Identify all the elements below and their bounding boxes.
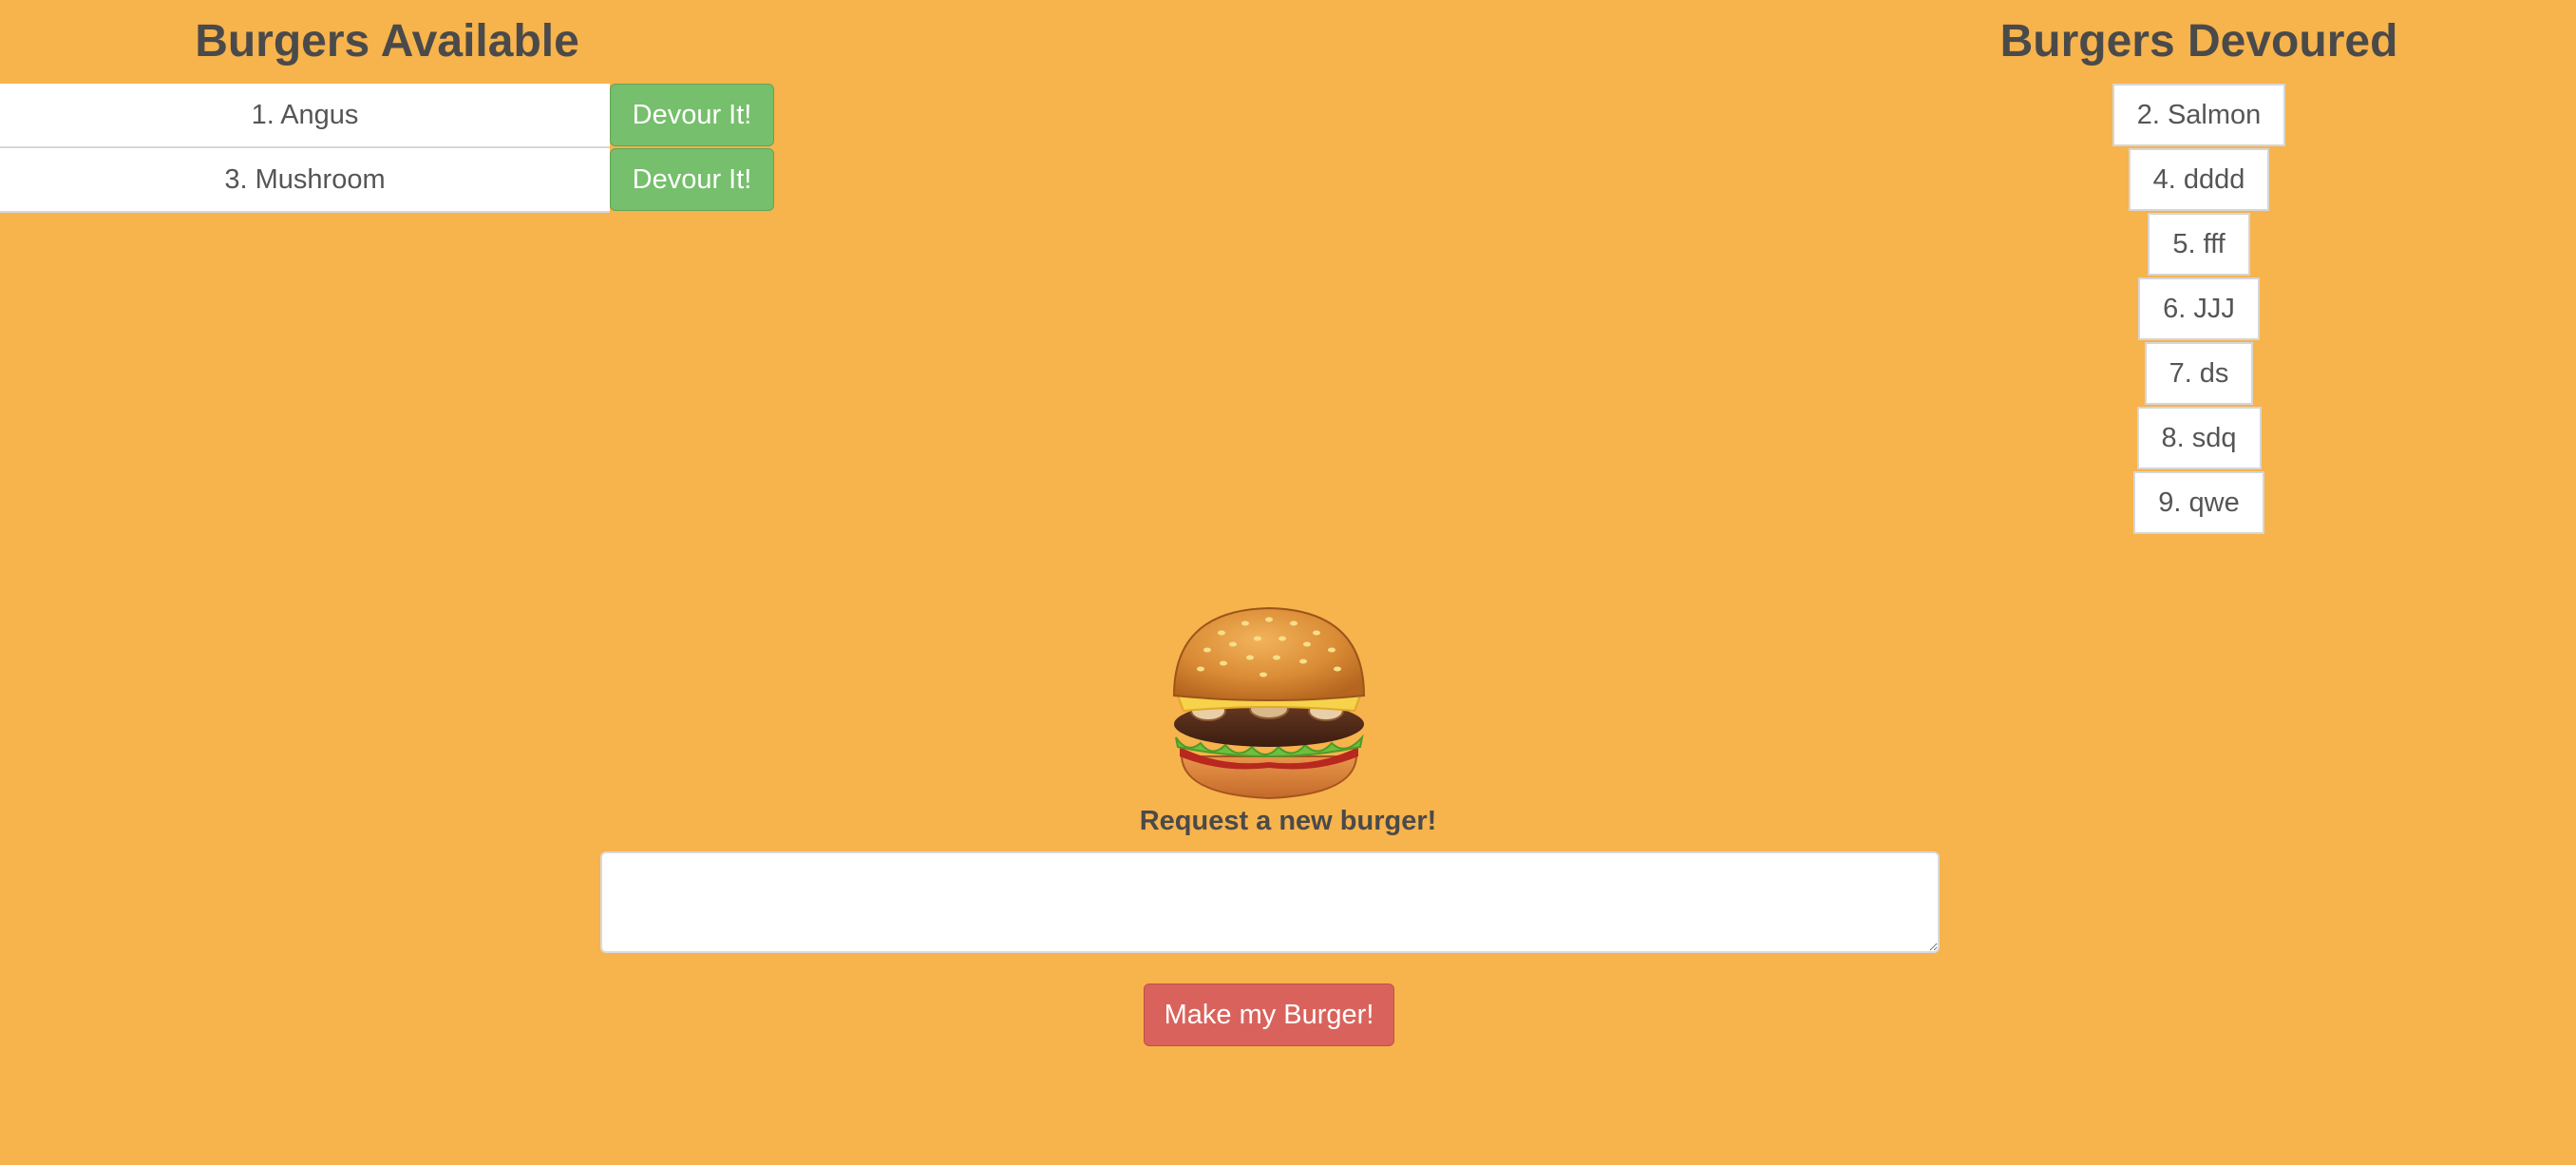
make-burger-button[interactable]: Make my Burger! [1144, 984, 1394, 1046]
available-section: Burgers Available 1. Angus Devour It! 3.… [0, 0, 774, 213]
request-label: Request a new burger! [1139, 806, 1437, 836]
devoured-list: 2. Salmon 4. dddd 5. fff 6. JJJ 7. ds 8.… [1957, 84, 2441, 536]
burger-name-input[interactable] [600, 851, 1940, 953]
burger-icon [1165, 604, 1373, 804]
list-item: 9. qwe [2133, 471, 2264, 534]
burger-name: 1. Angus [0, 84, 610, 148]
devoured-section: Burgers Devoured 2. Salmon 4. dddd 5. ff… [1957, 0, 2441, 536]
devour-button[interactable]: Devour It! [610, 84, 774, 146]
list-item: 2. Salmon [2112, 84, 2286, 146]
devoured-title: Burgers Devoured [1999, 16, 2398, 67]
available-title: Burgers Available [195, 16, 579, 67]
devour-button[interactable]: Devour It! [610, 148, 774, 211]
list-item: 6. JJJ [2138, 277, 2260, 340]
burger-name: 3. Mushroom [0, 148, 610, 213]
list-item: 4. dddd [2128, 148, 2270, 211]
list-item: 3. Mushroom Devour It! [0, 148, 774, 213]
list-item: 5. fff [2148, 213, 2250, 276]
list-item: 8. sdq [2136, 407, 2262, 469]
list-item: 7. ds [2144, 342, 2254, 405]
list-item: 1. Angus Devour It! [0, 84, 774, 148]
available-list: 1. Angus Devour It! 3. Mushroom Devour I… [0, 84, 774, 213]
